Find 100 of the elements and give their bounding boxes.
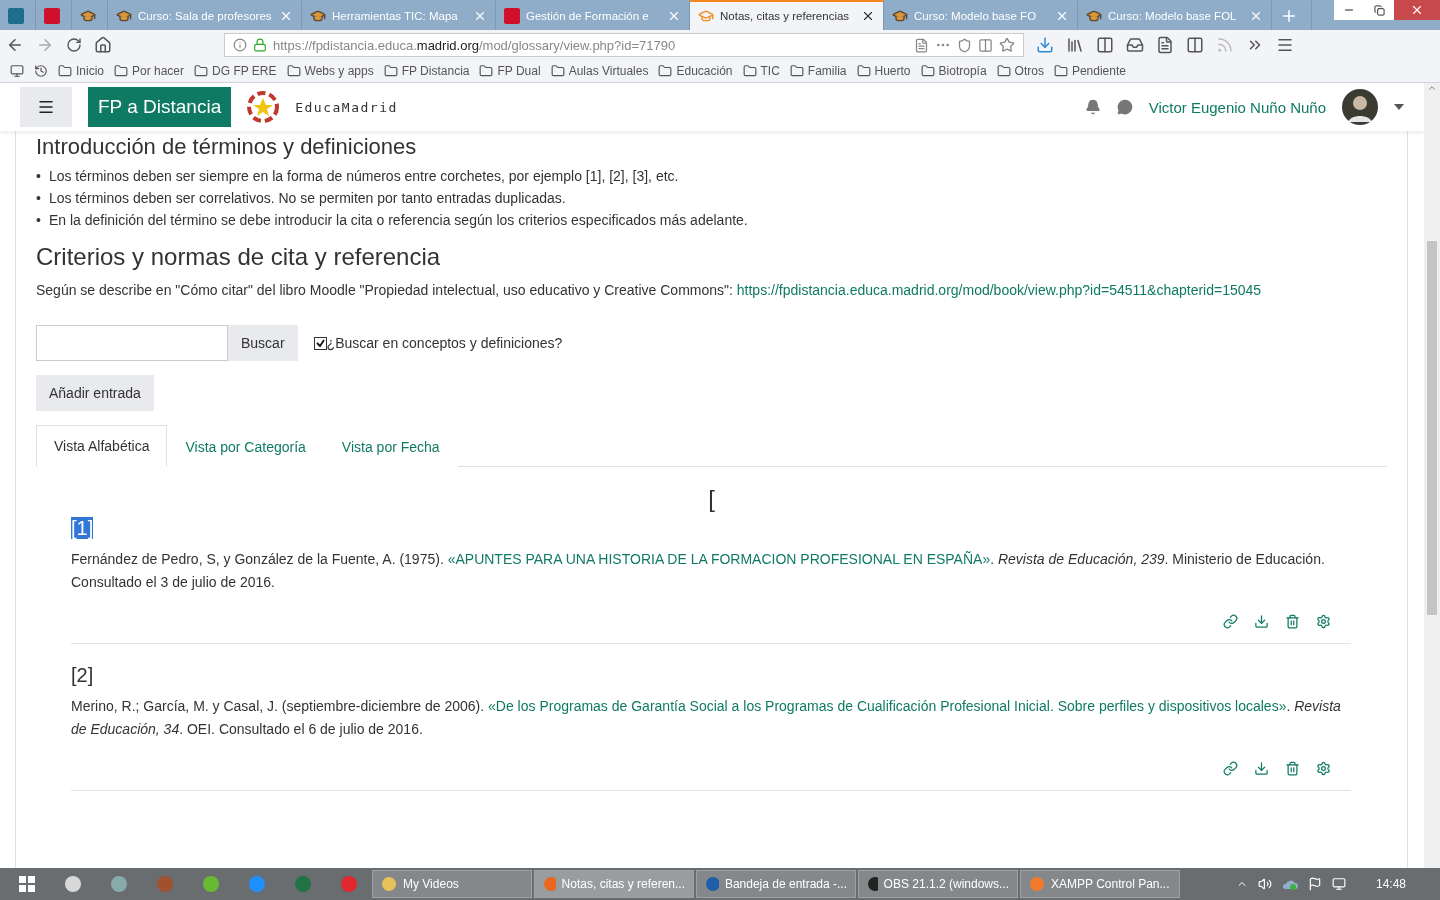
letter-heading: [	[708, 485, 715, 512]
bookmark-folder[interactable]: Aulas Virtuales	[550, 64, 649, 78]
user-name[interactable]: Victor Eugenio Nuño Nuño	[1148, 98, 1326, 116]
browser-tab[interactable]: Notas, citas y referencias	[690, 0, 884, 30]
bookmark-folder[interactable]: Webs y apps	[286, 64, 374, 78]
check-icon	[315, 338, 325, 348]
site-icon	[504, 8, 520, 24]
bullet-marker: •	[36, 167, 41, 186]
volume-icon[interactable]	[1257, 877, 1272, 891]
network-icon[interactable]	[1331, 877, 1346, 891]
chat-icon[interactable]	[1116, 99, 1133, 115]
url-text: https://fpdistancia.educa.madrid.org/mod/glossary/view.php?id=71790	[273, 37, 677, 53]
search-field[interactable]	[36, 325, 228, 361]
reload-icon[interactable]	[66, 37, 82, 53]
taskbar-window[interactable]: OBS 21.1.2 (windows...	[858, 870, 1018, 898]
paragraph: Según se describe en "Cómo citar" del libro Moodle "Propiedad intelectual, uso educativo y Creative Commons": https://fpdistancia.educa.madrid.org/mod/book/view.php?id=54511&chapterid=15045	[36, 281, 1263, 300]
app-icon	[543, 876, 556, 892]
close-button[interactable]	[1394, 0, 1440, 20]
library-icon[interactable]	[1066, 36, 1084, 54]
mortarboard-icon	[892, 8, 908, 24]
settings-icon[interactable]	[1316, 761, 1331, 776]
bookmark-folder[interactable]: Educación	[658, 64, 733, 78]
bookmark-folder[interactable]: Pendiente	[1053, 64, 1126, 78]
search-button[interactable]: Buscar	[228, 325, 298, 361]
taskbar-window[interactable]: Bandeja de entrada -...	[696, 870, 856, 898]
app-icon[interactable]	[64, 875, 82, 893]
app-icon	[705, 876, 719, 892]
windows-logo-icon[interactable]	[19, 876, 35, 892]
bookmark-folder[interactable]: Inicio	[58, 64, 104, 78]
bookmark-star-icon[interactable]	[999, 37, 1015, 53]
restore-button[interactable]	[1364, 0, 1394, 20]
entry-definition: Fernández de Pedro, S, y González de la Fuente, A. (1975). «APUNTES PARA UNA HISTORIA DE LA FORMACION PROFESIONAL EN ESPAÑA». Revista de Educación, 239. Ministerio de Educación. Consultado el 3 de julio de 2016.	[71, 550, 1326, 592]
add-entry-button[interactable]: Añadir entrada	[36, 375, 154, 411]
app-icon[interactable]	[202, 875, 220, 893]
history-icon[interactable]	[34, 64, 48, 78]
view-tab[interactable]: Vista Alfabética	[36, 425, 168, 467]
bell-icon[interactable]	[1084, 99, 1101, 115]
notes-icon[interactable]	[1156, 36, 1174, 54]
checkbox-label: ¿Buscar en conceptos y definiciones?	[326, 335, 563, 351]
folder-icon	[742, 64, 757, 78]
bookmark-folder[interactable]: Por hacer	[114, 64, 185, 78]
article-link[interactable]: «APUNTES PARA UNA HISTORIA DE LA FORMACION PROFESIONAL EN ESPAÑA»	[447, 551, 991, 567]
link-icon[interactable]	[1223, 761, 1238, 776]
restore-icon	[1373, 4, 1385, 16]
bookmark-folder[interactable]: FP Distancia	[383, 64, 470, 78]
device-icon[interactable]	[10, 64, 24, 78]
link-icon[interactable]	[1223, 614, 1238, 629]
scrollbar[interactable]	[1424, 83, 1440, 868]
close-icon[interactable]	[861, 9, 875, 23]
back-icon[interactable]	[6, 36, 24, 54]
brand-link[interactable]: FP a Distancia	[88, 87, 232, 127]
chapter-link[interactable]: https://fpdistancia.educa.madrid.org/mod/book/view.php?id=54511&chapterid=15045	[736, 282, 1262, 298]
mortarboard-icon	[116, 8, 132, 24]
folder-icon	[114, 64, 128, 78]
article-link[interactable]: «De los Programas de Garantía Social a los Programas de Cualificación Profesional Inicial. Sobre perfiles y dispositivos locales»	[488, 698, 1287, 714]
taskbar-window[interactable]: XAMPP Control Pan...	[1020, 870, 1180, 898]
bookmark-folder[interactable]: Huerto	[856, 64, 911, 78]
flag-icon[interactable]	[1307, 877, 1322, 891]
reader-icon[interactable]	[914, 37, 929, 53]
menu-icon	[37, 98, 55, 116]
menu-icon[interactable]	[1276, 36, 1294, 54]
menu-button[interactable]	[20, 87, 72, 127]
bookmark-folder[interactable]: TIC	[742, 64, 780, 78]
bookmark-folder[interactable]: Otros	[996, 64, 1044, 78]
folder-icon	[789, 64, 804, 78]
folder-icon	[996, 64, 1011, 78]
app-icon[interactable]	[110, 875, 128, 893]
clock: 14:48	[1375, 877, 1406, 891]
logo-text: EducaMadrid	[295, 99, 398, 115]
sidebar-icon[interactable]	[1096, 36, 1114, 54]
caret-icon[interactable]	[1394, 104, 1404, 110]
settings-icon[interactable]	[1316, 614, 1331, 629]
entry-term: [2]	[71, 664, 94, 686]
folder-icon	[1053, 64, 1068, 78]
scroll-up-icon[interactable]	[1427, 83, 1437, 93]
site-icon	[44, 8, 60, 24]
mortarboard-icon	[310, 8, 326, 24]
bookmark-folder[interactable]: Familia	[789, 64, 847, 78]
folder-icon	[194, 64, 209, 78]
entry-definition: Merino, R.; García, M. y Casal, J. (septiembre-diciembre de 2006). «De los Programas de Garantía Social a los Programas de Cualificación Profesional Inicial. Sobre perfiles y dispositivos locales». Revista de Educación, 34. OEI. Consultado el 6 de julio de 2016.	[71, 697, 1342, 739]
trash-icon[interactable]	[1285, 761, 1300, 776]
bookmark-folder[interactable]: Biotropía	[920, 64, 987, 78]
info-icon[interactable]	[233, 38, 247, 52]
logo-icon	[247, 91, 280, 123]
scroll-thumb[interactable]	[1427, 241, 1437, 615]
download-icon[interactable]	[1254, 614, 1269, 629]
address-field[interactable]: https://fpdistancia.educa.madrid.org/mod/glossary/view.php?id=71790	[224, 33, 1024, 57]
bullet-text: En la definición del término se debe introducir la cita o referencia según los criterios especificados más adelante.	[48, 211, 748, 230]
taskbar-window[interactable]: My Videos	[372, 870, 532, 898]
minimize-button[interactable]	[1334, 0, 1364, 20]
bookmark-folder[interactable]: DG FP ERE	[194, 64, 277, 78]
download-icon[interactable]	[1036, 36, 1054, 54]
forward-icon[interactable]	[36, 36, 54, 54]
bookmark-folder[interactable]: FP Dual	[479, 64, 541, 78]
avatar[interactable]	[1342, 89, 1378, 125]
home-icon[interactable]	[94, 36, 112, 54]
download-icon[interactable]	[1254, 761, 1269, 776]
trash-icon[interactable]	[1285, 614, 1300, 629]
folder-icon	[383, 64, 398, 78]
checkbox[interactable]	[313, 336, 327, 350]
